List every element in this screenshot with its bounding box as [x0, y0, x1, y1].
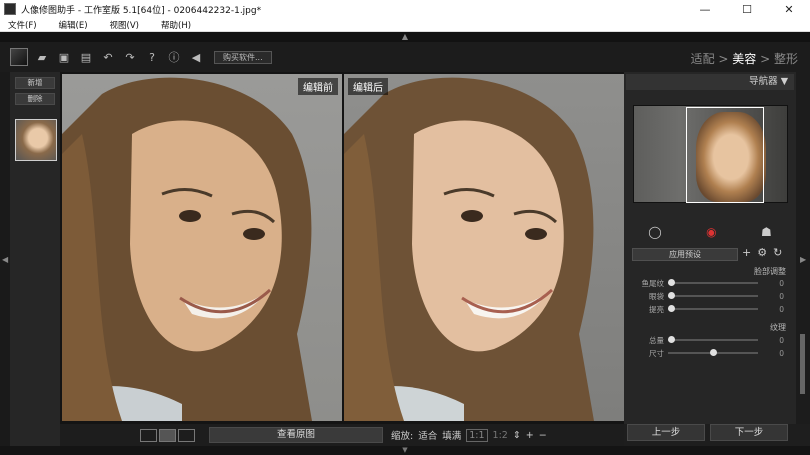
- view-original-button[interactable]: 查看原图: [209, 427, 383, 443]
- window-title-bar: 人像修图助手 - 工作室版 5.1[64位] - 0206442232-1.jp…: [0, 0, 810, 18]
- zoom-1-1-button[interactable]: 1:1: [466, 428, 488, 442]
- maximize-button[interactable]: ☐: [726, 0, 768, 18]
- new-button[interactable]: 新增: [15, 77, 55, 89]
- menu-file[interactable]: 文件(F): [8, 19, 37, 31]
- scrollbar-thumb[interactable]: [800, 334, 805, 394]
- left-panel: 新增 删除: [10, 72, 60, 446]
- next-step-button[interactable]: 下一步: [710, 424, 788, 441]
- zoom-out-button[interactable]: −: [539, 430, 547, 441]
- navigator-preview[interactable]: [633, 105, 788, 203]
- eye-tool-icon[interactable]: ◉: [706, 225, 716, 239]
- navigator-header[interactable]: 导航器 ▼: [626, 74, 794, 90]
- collapse-left-arrow[interactable]: ◀: [2, 255, 8, 264]
- zoom-fill-button[interactable]: 填满: [442, 428, 461, 442]
- sound-icon[interactable]: ◀: [188, 49, 204, 65]
- right-panel: 导航器 ▼ ◯ ◉ ☗ 应用预设 + ⚙ ↻ 脸部调整 鱼尾纹 0 眼袋 0 提…: [624, 72, 796, 424]
- undo-icon[interactable]: ↶: [100, 49, 116, 65]
- slider-eye-bags[interactable]: 眼袋 0: [630, 291, 790, 301]
- menu-bar: 文件(F) 编辑(E) 视图(V) 帮助(H): [0, 18, 810, 32]
- right-scrollbar[interactable]: [796, 72, 810, 424]
- prev-step-button[interactable]: 上一步: [627, 424, 705, 441]
- menu-help[interactable]: 帮助(H): [161, 19, 191, 31]
- delete-button[interactable]: 删除: [15, 93, 55, 105]
- app-logo: [10, 48, 28, 66]
- zoom-fit-button[interactable]: 适合: [418, 428, 437, 442]
- toolbar: ▰ ▣ ▤ ↶ ↷ ? ⓘ ◀ 购买软件...: [0, 42, 810, 72]
- stacked-view-button[interactable]: [178, 428, 195, 442]
- collapse-top-arrow[interactable]: ▲: [0, 32, 810, 42]
- zoom-controls: 缩放: 适合 填满 1:1 1:2 ⇕ + −: [391, 428, 547, 442]
- portrait-after: [344, 77, 594, 421]
- settings-icon[interactable]: ⚙: [757, 246, 767, 259]
- help-icon[interactable]: ?: [144, 49, 160, 65]
- window-title: 人像修图助手 - 工作室版 5.1[64位] - 0206442232-1.jp…: [21, 5, 262, 16]
- after-label: 编辑后: [348, 78, 388, 95]
- zoom-1-2-button[interactable]: 1:2: [493, 430, 508, 441]
- before-label: 编辑前: [298, 78, 338, 95]
- slider-amount[interactable]: 总量 0: [630, 335, 790, 345]
- add-preset-icon[interactable]: +: [742, 246, 751, 259]
- collapse-right-arrow[interactable]: ▶: [800, 255, 806, 264]
- brush-tool-icon[interactable]: ◯: [648, 225, 661, 239]
- mode-beauty[interactable]: 美容: [732, 52, 756, 66]
- after-photo[interactable]: 编辑后: [344, 74, 624, 421]
- portrait-before: [62, 77, 312, 421]
- save-icon[interactable]: ▣: [56, 49, 72, 65]
- minimize-button[interactable]: —: [684, 0, 726, 18]
- save-as-icon[interactable]: ▤: [78, 49, 94, 65]
- preset-controls: + ⚙ ↻: [742, 246, 782, 259]
- single-view-button[interactable]: [140, 428, 157, 442]
- menu-view[interactable]: 视图(V): [110, 19, 139, 31]
- navigator-viewport[interactable]: [686, 107, 764, 203]
- mask-tool-icon[interactable]: ☗: [761, 225, 772, 239]
- texture-section-title: 纹理: [770, 323, 786, 332]
- face-section-title: 脸部调整: [754, 267, 786, 276]
- tool-row: ◯ ◉ ☗: [626, 222, 794, 242]
- mode-breadcrumb: 适配 > 美容 > 整形: [690, 52, 798, 66]
- image-viewer: 编辑前 编辑后: [60, 72, 624, 424]
- app-icon: [4, 3, 16, 15]
- close-button[interactable]: ✕: [768, 0, 810, 18]
- zoom-label: 缩放:: [391, 431, 414, 442]
- preset-select[interactable]: 应用预设: [632, 248, 738, 261]
- mode-fit[interactable]: 适配: [691, 52, 715, 66]
- zoom-in-button[interactable]: +: [526, 430, 534, 441]
- before-photo[interactable]: 编辑前: [62, 74, 342, 421]
- mode-shape[interactable]: 整形: [774, 52, 798, 66]
- info-icon[interactable]: ⓘ: [166, 49, 182, 65]
- redo-icon[interactable]: ↷: [122, 49, 138, 65]
- open-icon[interactable]: ▰: [34, 49, 50, 65]
- menu-edit[interactable]: 编辑(E): [59, 19, 88, 31]
- zoom-stepper-icon[interactable]: ⇕: [513, 430, 521, 441]
- slider-brighten[interactable]: 提亮 0: [630, 304, 790, 314]
- collapse-bottom-arrow[interactable]: ▼: [0, 446, 810, 455]
- slider-crows-feet[interactable]: 鱼尾纹 0: [630, 278, 790, 288]
- slider-size[interactable]: 尺寸 0: [630, 348, 790, 358]
- buy-button[interactable]: 购买软件...: [214, 50, 272, 64]
- reset-icon[interactable]: ↻: [773, 246, 782, 259]
- bottom-bar: 查看原图 缩放: 适合 填满 1:1 1:2 ⇕ + −: [60, 424, 624, 446]
- image-thumbnail[interactable]: [15, 119, 57, 161]
- split-view-button[interactable]: [159, 428, 176, 442]
